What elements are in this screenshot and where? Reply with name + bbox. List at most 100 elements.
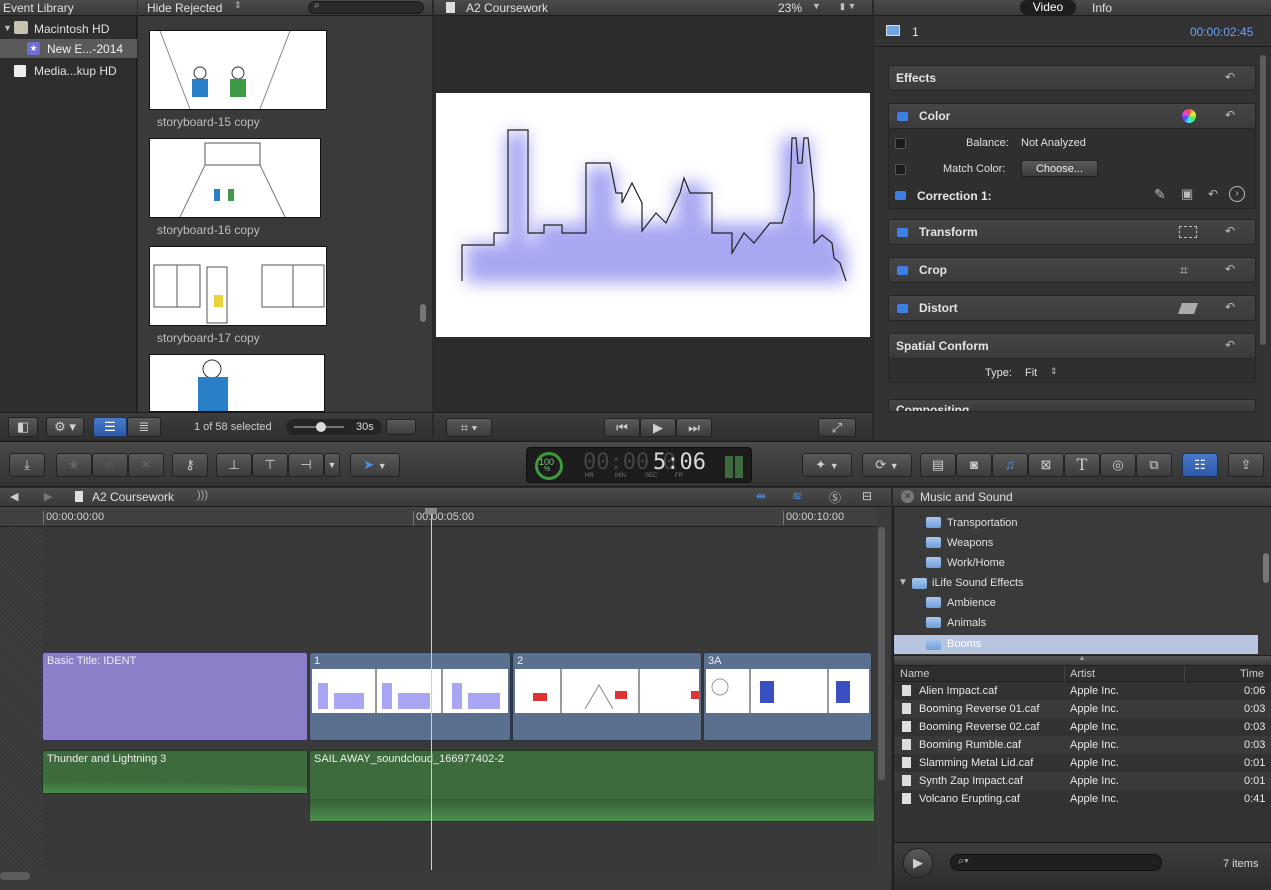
next-edit-button[interactable]: ⏭	[676, 418, 712, 437]
transform-enable-checkbox[interactable]	[897, 228, 908, 237]
share-button[interactable]: ⇪	[1228, 453, 1264, 477]
titles-browser-button[interactable]: T	[1064, 453, 1100, 477]
tab-info[interactable]: Info	[1092, 1, 1112, 15]
sound-row[interactable]: Synth Zap Impact.caf Apple Inc. 0:01	[894, 772, 1271, 790]
timeline-vertical-scrollbar[interactable]	[878, 527, 885, 780]
view-options-icon[interactable]: ▮ ▼	[840, 1, 856, 12]
type-value-dropdown[interactable]: Fit	[1025, 367, 1037, 379]
sound-folder-row[interactable]: Weapons	[926, 537, 993, 551]
retime-button[interactable]: ⟳ ▼	[862, 453, 912, 477]
browser-search-field[interactable]: ⌕	[308, 0, 424, 14]
sound-folder-row[interactable]: Work/Home	[926, 557, 1005, 571]
audio-meter-left[interactable]	[725, 456, 733, 478]
viewer-canvas[interactable]	[436, 93, 870, 337]
viewer-zoom[interactable]: 23%	[778, 1, 802, 15]
transform-tools-button[interactable]: ⌗ ▾	[446, 418, 492, 437]
crop-reset-icon[interactable]: ↶	[1225, 262, 1235, 276]
generators-browser-button[interactable]: ◎	[1100, 453, 1136, 477]
music-browser-button[interactable]: ♫	[992, 453, 1028, 477]
browser-scrollbar[interactable]	[420, 304, 426, 322]
select-tool-button[interactable]: ➤ ▼	[350, 453, 400, 477]
spatial-conform-header[interactable]: Spatial Conform ↶	[888, 333, 1256, 359]
hide-rejected-dropdown[interactable]: Hide Rejected	[147, 1, 222, 15]
import-media-button[interactable]: ⤓	[9, 453, 45, 477]
close-icon[interactable]: ✕	[901, 490, 914, 503]
color-header[interactable]: Color ↶	[888, 103, 1256, 129]
audio-clip-sail-away[interactable]: SAIL AWAY_soundcloud_166977402-2	[309, 750, 875, 822]
crop-icon[interactable]: ⌗	[1180, 262, 1188, 279]
color-enable-checkbox[interactable]	[897, 112, 908, 121]
spatial-conform-reset-icon[interactable]: ↶	[1225, 338, 1235, 352]
sound-row[interactable]: Slamming Metal Lid.caf Apple Inc. 0:01	[894, 754, 1271, 772]
distort-reset-icon[interactable]: ↶	[1225, 300, 1235, 314]
clip-appearance-button[interactable]	[386, 419, 416, 435]
back-arrow-icon[interactable]: ◀	[10, 490, 18, 503]
color-reset-icon[interactable]: ↶	[1225, 108, 1235, 122]
audio-clip-thunder[interactable]: Thunder and Lightning 3	[42, 750, 308, 794]
match-color-checkbox[interactable]	[895, 164, 906, 175]
go-arrow-icon[interactable]: ›	[1229, 186, 1245, 202]
column-artist[interactable]: Artist	[1070, 668, 1095, 680]
library-item-media-drive[interactable]: Media...kup HD	[34, 64, 117, 78]
sound-row[interactable]: Booming Reverse 02.caf Apple Inc. 0:03	[894, 718, 1271, 736]
disclosure-triangle-icon[interactable]: ▼	[898, 577, 908, 588]
insert-clip-button[interactable]: ⊤	[252, 453, 288, 477]
distort-enable-checkbox[interactable]	[897, 304, 908, 313]
favorite-button[interactable]: ★	[56, 453, 92, 477]
audio-meter-right[interactable]	[735, 456, 743, 478]
browser-splitter[interactable]: ▴	[894, 653, 1271, 666]
correction-reset-icon[interactable]: ↶	[1208, 187, 1218, 201]
edit-mode-dropdown[interactable]: ▼	[324, 453, 340, 477]
video-clip-1[interactable]: 1	[309, 652, 511, 741]
filmstrip-view-button[interactable]: ☰	[93, 417, 127, 437]
forward-arrow-icon[interactable]: ▶	[44, 490, 52, 503]
timeline-horizontal-scrollbar[interactable]	[0, 872, 30, 880]
crop-enable-checkbox[interactable]	[897, 266, 908, 275]
solo-icon[interactable]: Ⓢ	[829, 489, 841, 506]
append-clip-button[interactable]: ⊣	[288, 453, 324, 477]
connect-clip-button[interactable]: ⊥	[216, 453, 252, 477]
photo-browser-button[interactable]: ◙	[956, 453, 992, 477]
clip-thumbnail-15[interactable]	[149, 30, 327, 110]
zoom-slider[interactable]: 30s	[286, 419, 382, 435]
type-dropdown-arrows-icon[interactable]: ⇕	[1050, 366, 1058, 377]
playhead[interactable]	[431, 509, 432, 870]
sound-folder-row-selected[interactable]: Booms	[894, 635, 1258, 654]
clip-thumbnail-18[interactable]	[149, 354, 325, 412]
crop-section[interactable]: Crop ⌗ ↶	[888, 257, 1256, 283]
disclosure-triangle-icon[interactable]: ▼	[3, 23, 12, 33]
inspector-toggle-button[interactable]: ☷	[1182, 453, 1218, 477]
sound-row[interactable]: Booming Reverse 01.caf Apple Inc. 0:03	[894, 700, 1271, 718]
keyword-button[interactable]: ⚷	[172, 453, 208, 477]
transform-icon[interactable]	[1179, 226, 1197, 238]
zoom-dropdown-icon[interactable]: ▼	[812, 1, 821, 11]
sound-folder-row[interactable]: Animals	[926, 617, 986, 631]
video-clip-2[interactable]: 2	[512, 652, 702, 741]
clip-thumbnail-16[interactable]	[149, 138, 321, 218]
sound-folder-row[interactable]: Ambience	[926, 597, 996, 611]
distort-icon[interactable]	[1177, 303, 1199, 314]
library-toggle-button[interactable]: ◧	[8, 417, 38, 437]
unrate-button[interactable]: ☆	[92, 453, 128, 477]
column-name[interactable]: Name	[900, 668, 929, 680]
zoom-slider-knob[interactable]	[316, 422, 326, 432]
action-gear-button[interactable]: ⚙ ▾	[46, 417, 84, 437]
choose-button[interactable]: Choose...	[1021, 160, 1098, 177]
correction-enable-checkbox[interactable]	[895, 191, 906, 200]
audio-skimming-icon[interactable]: ≋	[792, 489, 802, 503]
camera-icon[interactable]: ▣	[1181, 186, 1193, 202]
clip-thumbnail-17[interactable]	[149, 246, 327, 326]
sound-row[interactable]: Booming Rumble.caf Apple Inc. 0:03	[894, 736, 1271, 754]
inspector-scrollbar[interactable]	[1260, 55, 1266, 345]
play-button[interactable]: ▶	[640, 418, 676, 437]
enhancements-button[interactable]: ✦ ▼	[802, 453, 852, 477]
video-clip-3a[interactable]: 3A	[703, 652, 872, 741]
sound-row[interactable]: Volcano Erupting.caf Apple Inc. 0:41	[894, 790, 1271, 808]
fullscreen-button[interactable]: ⤢	[818, 418, 856, 437]
preview-play-button[interactable]: ▶	[903, 848, 933, 878]
library-item-event-selected[interactable]: ★ New E...-2014	[0, 39, 137, 58]
balance-checkbox[interactable]	[895, 138, 906, 149]
skimming-toggle-icon[interactable]: ⇹	[756, 489, 766, 503]
timeline-ruler[interactable]: 00:00:00:00 00:00:05:00 00:00:10:00	[0, 507, 877, 527]
reset-icon[interactable]: ↶	[1225, 70, 1235, 84]
